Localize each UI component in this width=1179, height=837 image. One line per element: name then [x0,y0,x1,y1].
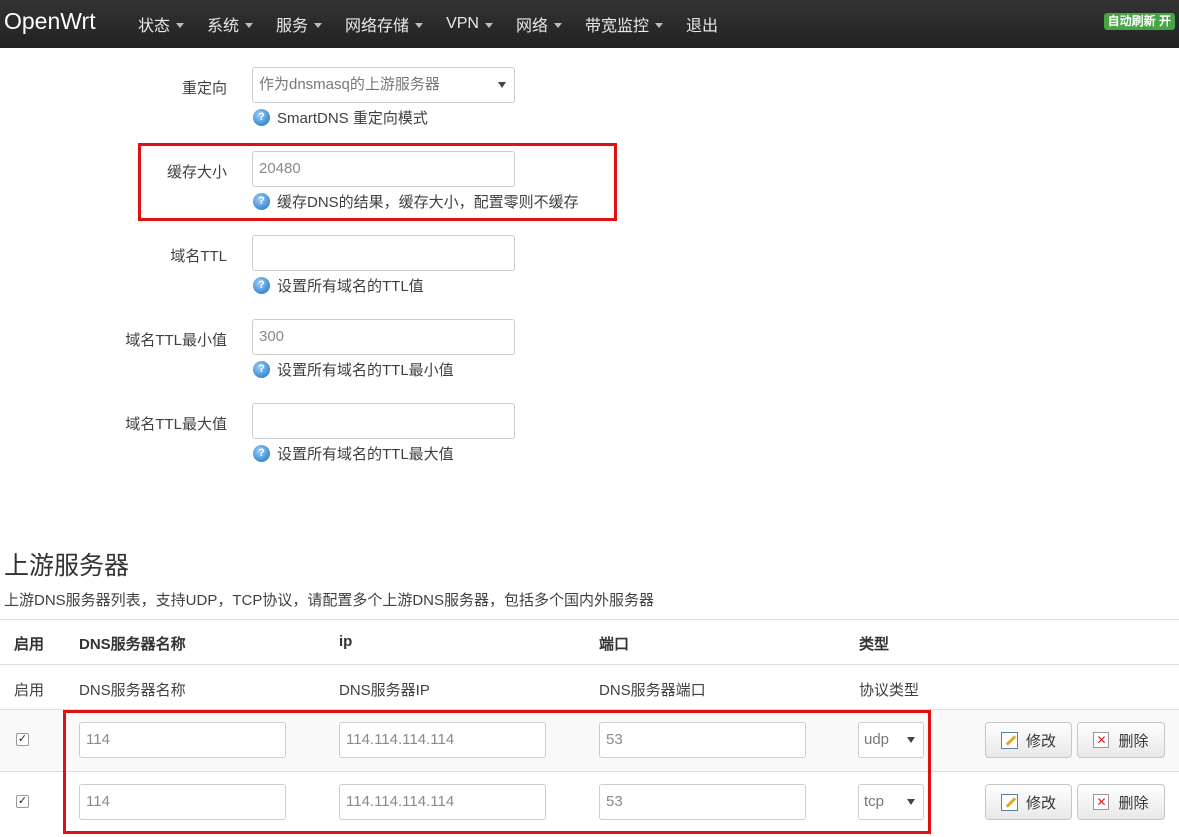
delete-button[interactable]: ✕ 删除 [1077,722,1165,758]
row-enable-checkbox[interactable]: ✓ [16,795,29,808]
chevron-down-icon [176,22,185,28]
edit-icon [1000,793,1018,811]
ttl-min-input[interactable]: 300 [252,319,515,355]
cache-size-help: ? 缓存DNS的结果，缓存大小，配置零则不缓存 [253,192,579,211]
menu-status[interactable]: 状态 [138,12,185,36]
delete-button[interactable]: ✕ 删除 [1077,784,1165,820]
ttl-max-help: ? 设置所有域名的TTL最大值 [253,444,454,463]
redirect-select-value: 作为dnsmasq的上游服务器 [259,76,440,93]
highlight-box [63,710,931,834]
chevron-down-icon [415,22,424,28]
help-icon: ? [253,360,270,378]
edit-icon [1000,731,1018,749]
delete-icon: ✕ [1093,732,1110,748]
ttl-min-label: 域名TTL最小值 [125,332,227,349]
chevron-down-icon [245,22,254,28]
edit-button[interactable]: 修改 [985,784,1072,820]
ttl-max-input[interactable] [252,403,515,439]
ttl-label: 域名TTL [170,248,227,265]
redirect-help-text: SmartDNS 重定向模式 [277,109,428,127]
menu-services[interactable]: 服务 [276,12,323,36]
ttl-min-help-text: 设置所有域名的TTL最小值 [277,361,454,379]
desc-ip: DNS服务器IP [339,682,430,699]
header-server-name: DNS服务器名称 [79,636,186,653]
redirect-select[interactable]: 作为dnsmasq的上游服务器 [252,67,515,103]
menu-bandwidth[interactable]: 带宽监控 [585,12,663,36]
ttl-help: ? 设置所有域名的TTL值 [253,276,424,295]
header-enabled: 启用 [14,636,45,653]
delete-icon: ✕ [1093,794,1110,810]
section-title: 上游服务器 [4,552,130,580]
ttl-help-text: 设置所有域名的TTL值 [277,277,424,295]
table-divider [0,619,1179,620]
desc-server-name: DNS服务器名称 [79,682,186,699]
edit-button-label: 修改 [1025,732,1056,750]
main-menu: 状态 系统 服务 网络存储 VPN 网络 带宽监控 退出 [138,0,741,48]
brand-logo[interactable]: OpenWrt [4,8,96,35]
dropdown-arrow-icon [498,82,506,88]
desc-port: DNS服务器端口 [599,682,706,699]
desc-type: 协议类型 [859,682,920,699]
delete-button-label: 删除 [1118,732,1149,750]
help-icon: ? [253,276,270,294]
chevron-down-icon [484,22,493,28]
redirect-label: 重定向 [181,80,227,97]
ttl-max-help-text: 设置所有域名的TTL最大值 [277,445,454,463]
top-navbar: OpenWrt 状态 系统 服务 网络存储 VPN 网络 带宽监控 退出 自动刷… [0,0,1179,48]
chevron-down-icon [314,22,323,28]
row-enable-checkbox[interactable]: ✓ [16,733,29,746]
menu-vpn[interactable]: VPN [446,15,493,33]
help-icon: ? [253,108,270,126]
delete-button-label: 删除 [1118,794,1149,812]
menu-logout[interactable]: 退出 [686,12,718,36]
cache-size-input[interactable]: 20480 [252,151,515,187]
menu-network[interactable]: 网络 [516,12,562,36]
ttl-input[interactable] [252,235,515,271]
menu-system[interactable]: 系统 [207,12,254,36]
desc-enabled: 启用 [14,682,45,699]
table-divider [0,664,1179,665]
section-description: 上游DNS服务器列表，支持UDP，TCP协议，请配置多个上游DNS服务器，包括多… [4,592,655,609]
ttl-max-label: 域名TTL最大值 [125,416,227,433]
header-port: 端口 [599,636,630,653]
edit-button-label: 修改 [1025,794,1056,812]
edit-button[interactable]: 修改 [985,722,1072,758]
cache-size-help-text: 缓存DNS的结果，缓存大小，配置零则不缓存 [277,193,579,211]
chevron-down-icon [655,22,663,28]
header-type: 类型 [859,636,890,653]
cache-size-label: 缓存大小 [166,164,227,181]
ttl-min-help: ? 设置所有域名的TTL最小值 [253,360,454,379]
redirect-help: ? SmartDNS 重定向模式 [253,108,428,127]
header-ip: ip [339,633,353,650]
chevron-down-icon [553,22,562,28]
help-icon: ? [253,444,270,462]
menu-nas[interactable]: 网络存储 [345,12,424,36]
help-icon: ? [253,192,270,210]
auto-refresh-badge[interactable]: 自动刷新 开 [1103,13,1175,30]
